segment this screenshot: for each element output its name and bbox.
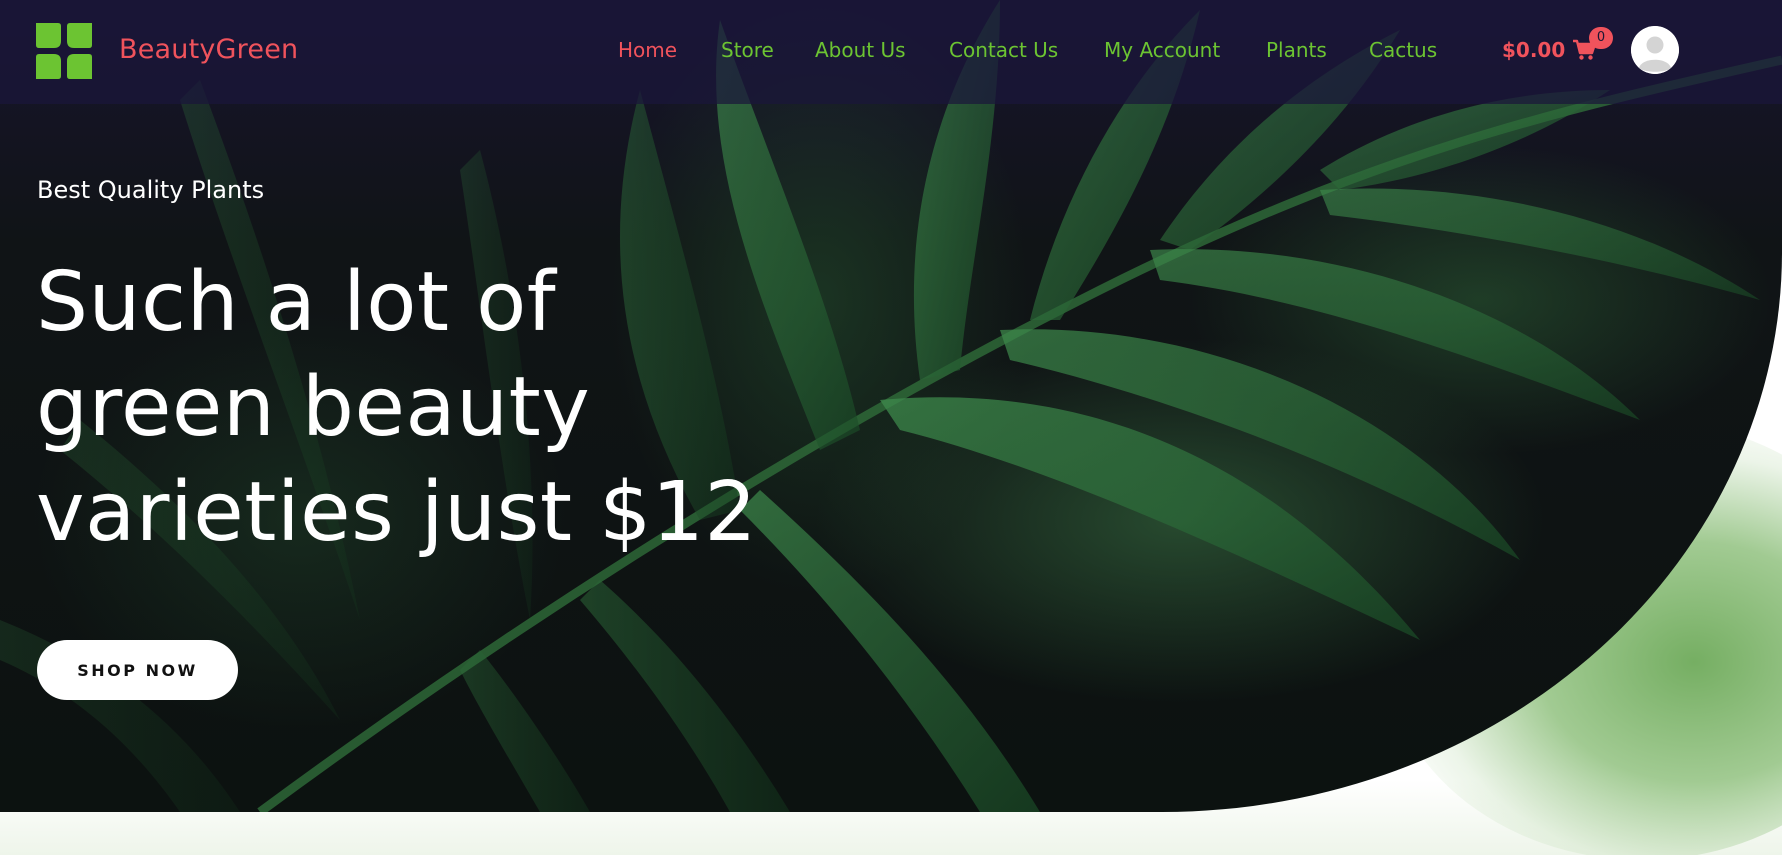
hero-headline-line-1: Such a lot of xyxy=(36,255,557,350)
user-avatar-icon[interactable] xyxy=(1631,26,1679,74)
nav-item-store[interactable]: Store xyxy=(721,38,774,62)
brand-name[interactable]: BeautyGreen xyxy=(119,34,298,65)
nav-item-home[interactable]: Home xyxy=(618,38,677,62)
nav-item-plants[interactable]: Plants xyxy=(1266,38,1327,62)
shop-now-button[interactable]: SHOP NOW xyxy=(37,640,238,700)
brand-logo-icon[interactable] xyxy=(34,21,94,81)
hero-eyebrow: Best Quality Plants xyxy=(37,176,265,204)
hero-headline-line-3: varieties just $12 xyxy=(36,465,758,560)
nav-item-about-us[interactable]: About Us xyxy=(815,38,906,62)
cart-total[interactable]: $0.00 xyxy=(1502,38,1565,62)
nav-item-cactus[interactable]: Cactus xyxy=(1369,38,1437,62)
hero-headline: Such a lot of green beauty varieties jus… xyxy=(36,250,796,565)
nav-item-my-account[interactable]: My Account xyxy=(1104,38,1220,62)
nav-item-contact-us[interactable]: Contact Us xyxy=(949,38,1058,62)
page: BeautyGreen Home Store About Us Contact … xyxy=(0,0,1782,855)
hero-headline-line-2: green beauty xyxy=(36,360,591,455)
cart-count-badge: 0 xyxy=(1589,27,1613,49)
